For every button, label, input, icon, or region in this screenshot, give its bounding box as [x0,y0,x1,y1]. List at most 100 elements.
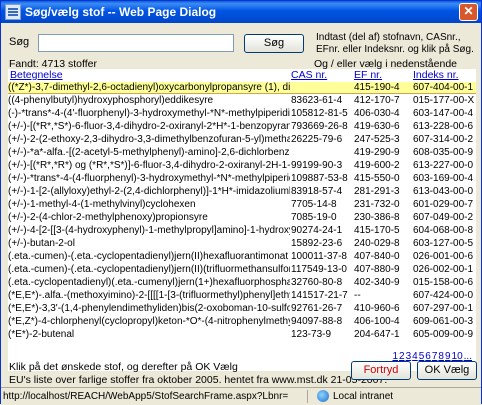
cell-index: 603-147-00-4 [413,108,474,119]
column-header-ef[interactable]: EF nr. [354,69,382,81]
cell-name: ((*Z*)-3,7-dimethyl-2,6-octadienyl)oxyca… [8,82,290,93]
table-row[interactable]: (.eta.-cumen)-(.eta.-cyclopentadienyl)je… [8,264,476,276]
cell-index: 015-158-00-6 [413,277,474,288]
cell-index: 613-228-00-6 [413,121,474,132]
cell-name: (*E,Z*)-4-chlorphenyl(cyclopropyl)keton-… [8,316,290,327]
cell-cas: 123-73-9 [291,329,332,340]
table-row[interactable]: (*E*)-2-butenal 123-73-9 204-647-1 605-009-… [8,329,476,341]
cell-name: (+/-)-[(*R*,*R*) og (*R*,*S*)]-6-fluor-3… [8,160,290,171]
table-row[interactable]: ((4-phenylbutyl)hydroxyphosphoryl)eddike… [8,95,476,107]
cell-cas: 83623-61-4 [291,95,343,106]
window-title: Søg/vælg stof -- Web Page Dialog [25,5,217,19]
cell-name: (+/-)-4-[2-[[3-(4-hydroxyphenyl)-1-methy… [8,225,290,236]
column-header-index[interactable]: Indeks nr. [413,69,459,81]
table-row[interactable]: ((*Z*)-3,7-dimethyl-2,6-octadienyl)oxyca… [8,82,476,94]
search-instructions: Indtast (del af) stofnavn, CASnr., EFnr.… [316,32,474,55]
table-row[interactable]: (+/-)-*trans*-4-(4-fluorphenyl)-3-hydrox… [8,173,476,185]
cell-ef: 415-190-4 [354,82,400,93]
cell-name: (.eta.-cumen)-(.eta.-cyclopentadienyl)je… [8,264,290,275]
cell-cas: 15892-23-6 [291,238,343,249]
cell-ef: 230-386-8 [354,212,400,223]
cell-name: (+/-)-1-methyl-4-(1-methylvinyl)cyclohex… [8,199,196,210]
page-link[interactable]: 4 [412,351,418,362]
status-bar: http://localhost/REACH/WebApp5/StofSearc… [1,387,481,405]
results-table: Betegnelse CAS nr. EF nr. Indeks nr. ((*… [8,69,476,371]
cell-cas: 7085-19-0 [291,212,337,223]
search-input[interactable] [38,34,234,52]
table-row[interactable]: (-)-*trans*-4-(4'-fluorphenyl)-3-hydroxy… [8,108,476,120]
cell-index: 603-127-00-5 [413,238,474,249]
footer-instruction: Klik på det ønskede stof, og derefter på… [9,361,238,373]
cell-name: (+/-)-2-(2-ethoxy-2,3-dihydro-3,3-dimeth… [8,134,290,145]
cell-ef: 419-600-2 [354,160,400,171]
footer-note: Klik på det ønskede stof, og derefter på… [9,361,387,387]
column-header-name[interactable]: Betegnelse [10,69,63,81]
status-divider [307,390,308,403]
close-button[interactable]: ✕ [459,3,478,21]
cell-ef: 281-291-3 [354,186,400,197]
table-row[interactable]: (+/-)-2-(4-chlor-2-methylphenoxy)propion… [8,212,476,224]
cell-ef: 407-840-0 [354,251,400,262]
cell-index: 607-297-00-1 [413,303,474,314]
cell-index: 603-169-00-4 [413,173,474,184]
cell-ef: 419-290-9 [354,147,400,158]
table-row[interactable]: (+/-)-[(*R*,*S*)-6-fluor-3,4-dihydro-2-o… [8,121,476,133]
cell-index: 613-043-00-0 [413,186,474,197]
cell-ef: 406-100-4 [354,316,400,327]
cell-name: ((4-phenylbutyl)hydroxyphosphoryl)eddike… [8,95,214,106]
table-row[interactable]: (+/-)-1-methyl-4-(1-methylvinyl)cyclohex… [8,199,476,211]
cell-ef: 406-030-4 [354,108,400,119]
cell-cas: 90274-24-1 [291,225,343,236]
cell-name: (*E,E*)-.alfa.-(methoxyimino)-2-[[[[1-[3… [8,290,290,301]
table-row[interactable]: (.eta.-cumen)-(.eta.-cyclopentadienyl)je… [8,251,476,263]
cell-ef: 410-960-6 [354,303,400,314]
cell-ef: 231-732-0 [354,199,400,210]
security-zone: Local intranet [333,391,394,402]
cell-index: 607-314-00-2 [413,134,474,145]
cell-index: 609-061-00-3 [413,316,474,327]
cell-cas: 105812-81-5 [291,108,348,119]
cell-ef: 415-550-0 [354,173,400,184]
cell-ef: 415-170-5 [354,225,400,236]
dialog-page-icon [5,4,21,20]
title-bar[interactable]: Søg/vælg stof -- Web Page Dialog ✕ [1,1,481,23]
cell-name: (+/-)-*trans*-4-(4-fluorphenyl)-3-hydrox… [8,173,290,184]
cell-cas: 83918-57-4 [291,186,343,197]
cell-name: (+/-)-2-(4-chlor-2-methylphenoxy)propion… [8,212,208,223]
cell-ef: 412-170-7 [354,95,400,106]
table-row[interactable]: (.eta.-cyclopentadienyl)(.eta.-cumenyl)j… [8,277,476,289]
search-button[interactable]: Søg [244,34,304,53]
cell-ef: 402-340-9 [354,277,400,288]
table-row[interactable]: (*E,E*)-3,3'-(1,4-phenylendimethyliden)b… [8,303,476,315]
cell-name: (+/-)-*a*-alfa.-[(2-acetyl-5-methylpheny… [8,147,290,158]
table-row[interactable]: (+/-)-[(*R*,*R*) og (*R*,*S*)]-6-fluor-3… [8,160,476,172]
cell-name: (+/-)-1-[2-(allyloxy)ethyl-2-(2,4-dichlo… [8,186,290,197]
table-row[interactable]: (+/-)-1-[2-(allyloxy)ethyl-2-(2,4-dichlo… [8,186,476,198]
column-header-cas[interactable]: CAS nr. [291,69,327,81]
table-row[interactable]: (*E,Z*)-4-chlorphenyl(cyclopropyl)keton-… [8,316,476,328]
cell-index: 026-002-00-1 [413,264,474,275]
cell-name: (-)-*trans*-4-(4'-fluorphenyl)-3-hydroxy… [8,108,290,119]
cell-index: 601-029-00-7 [413,199,474,210]
cell-index: 607-049-00-2 [413,212,474,223]
cell-index: 604-068-00-8 [413,225,474,236]
table-row[interactable]: (+/-)-4-[2-[[3-(4-hydroxyphenyl)-1-methy… [8,225,476,237]
table-row[interactable]: (+/-)-2-(2-ethoxy-2,3-dihydro-3,3-dimeth… [8,134,476,146]
cell-cas: 99199-90-3 [291,160,343,171]
cell-name: (*E*)-2-butenal [8,329,75,340]
cell-name: (+/-)-butan-2-ol [8,238,75,249]
cell-ef: 204-647-1 [354,329,400,340]
cell-cas: 793669-26-8 [291,121,348,132]
cell-cas: 26225-79-6 [291,134,343,145]
cell-index: 026-001-00-6 [413,251,474,262]
ok-select-button[interactable]: OK Vælg [417,361,477,380]
cell-name: (.eta.-cyclopentadienyl)(.eta.-cumenyl)j… [8,277,290,288]
cancel-button[interactable]: Fortryd [351,361,411,380]
table-row[interactable]: (+/-)-*a*-alfa.-[(2-acetyl-5-methylpheny… [8,147,476,159]
cell-cas: 92761-26-7 [291,303,343,314]
table-row[interactable]: (*E,E*)-.alfa.-(methoxyimino)-2-[[[[1-[3… [8,290,476,302]
footer-source: EU's liste over farlige stoffer fra okto… [9,374,388,386]
cell-cas: 117549-13-0 [291,264,347,275]
table-row[interactable]: (+/-)-butan-2-ol 15892-23-6 240-029-8 603-1… [8,238,476,250]
cell-cas: 32760-80-8 [291,277,343,288]
